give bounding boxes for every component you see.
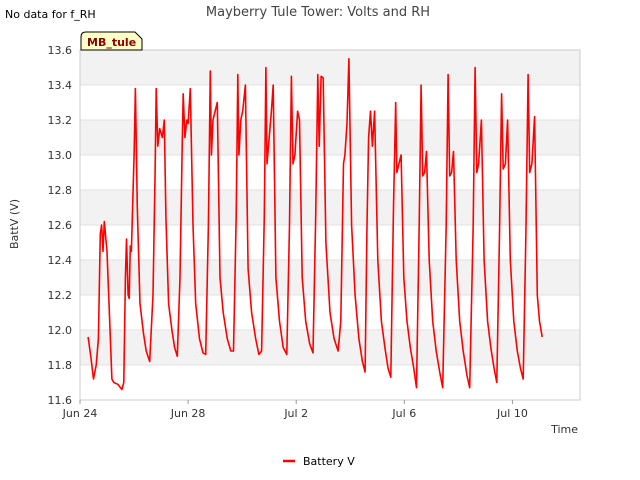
x-tick-label: Jun 28 xyxy=(170,407,206,420)
y-tick-label: 13.2 xyxy=(48,114,73,127)
y-tick-label: 11.6 xyxy=(48,394,73,407)
legend-label-battery-v: Battery V xyxy=(303,455,355,468)
x-axis-label: Time xyxy=(550,423,578,436)
station-tag: MB_tule xyxy=(80,31,143,51)
x-axis-ticks: Jun 24 Jun 28 Jul 2 Jul 6 Jul 10 xyxy=(62,400,528,420)
y-axis-ticks: 11.6 11.8 12.0 12.2 12.4 12.6 12.8 13.0 13.2 13.4… xyxy=(48,44,73,407)
plot-band xyxy=(80,50,580,85)
plot-band xyxy=(80,330,580,365)
legend: Battery V xyxy=(283,455,355,468)
y-tick-label: 13.6 xyxy=(48,44,73,57)
y-tick-label: 12.6 xyxy=(48,219,73,232)
y-tick-label: 11.8 xyxy=(48,359,73,372)
y-tick-label: 12.0 xyxy=(48,324,73,337)
y-axis-label: BattV (V) xyxy=(8,199,21,249)
x-tick-label: Jul 10 xyxy=(496,407,528,420)
plot-band xyxy=(80,260,580,295)
y-tick-label: 12.8 xyxy=(48,184,73,197)
y-tick-label: 13.0 xyxy=(48,149,73,162)
chart-title: Mayberry Tule Tower: Volts and RH xyxy=(206,5,430,20)
x-tick-label: Jun 24 xyxy=(62,407,98,420)
x-tick-label: Jul 6 xyxy=(391,407,416,420)
station-tag-label: MB_tule xyxy=(87,36,136,49)
y-tick-label: 13.4 xyxy=(48,79,73,92)
y-tick-label: 12.2 xyxy=(48,289,73,302)
battery-voltage-chart: Jun 24 Jun 28 Jul 2 Jul 6 Jul 10 11.6 11.8 12.… xyxy=(8,5,581,468)
x-tick-label: Jul 2 xyxy=(283,407,308,420)
y-tick-label: 12.4 xyxy=(48,254,73,267)
